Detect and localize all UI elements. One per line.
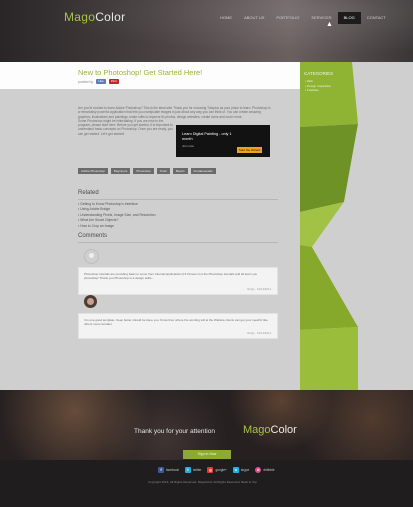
- comment: It is one good template. Keep better sho…: [78, 313, 278, 339]
- post-meta: posted by Like Pinit: [78, 79, 119, 84]
- facebook-link[interactable]: f facebook: [158, 467, 179, 473]
- footer-logo[interactable]: MagoColor: [243, 424, 297, 436]
- avatar: [84, 295, 97, 308]
- pinit-button[interactable]: Pinit: [108, 79, 119, 84]
- ad-title: Learn Digital Painting - only 1 month: [182, 132, 232, 141]
- copyright: Copyright 2013, All Rights Reserved. Mag…: [148, 480, 257, 484]
- logo-part2: Color: [95, 10, 126, 24]
- related-item[interactable]: • How to Crop an Image: [78, 224, 156, 229]
- post-intro-more: Some Photoshop might be intimidating. If…: [78, 118, 173, 136]
- skype-link[interactable]: s skype: [232, 467, 249, 473]
- nav-contact[interactable]: CONTACT: [361, 12, 392, 24]
- related-divider: [78, 199, 278, 200]
- google-link[interactable]: g google+: [207, 467, 227, 473]
- like-button[interactable]: Like: [96, 79, 106, 84]
- ad-banner[interactable]: Learn Digital Painting - only 1 month Jo…: [176, 125, 270, 157]
- post-title[interactable]: New to Photoshop! Get Started Here!: [78, 68, 202, 77]
- nav-about-us[interactable]: ABOUT US: [238, 12, 270, 24]
- tag[interactable]: Photoshop: [133, 168, 154, 174]
- header-shade: [0, 0, 413, 62]
- sidebar-heading: CATEGORIES: [304, 71, 334, 76]
- tag[interactable]: Beginners: [110, 168, 131, 174]
- comment-text: It is one good template. Keep better sho…: [84, 318, 269, 326]
- ad-start-button[interactable]: Start the Wizard: [237, 147, 262, 153]
- tag[interactable]: Fundamentals: [190, 168, 216, 174]
- nav-portfolio[interactable]: PORTFOLIO: [270, 12, 305, 24]
- header: MagoColor HOME ABOUT US PORTFOLIO SERVIC…: [0, 0, 413, 62]
- twitter-icon: t: [184, 467, 191, 473]
- footer-thanks: Thank you for your attention: [134, 428, 215, 435]
- comment-reply-link[interactable]: Reply - 10/14/2014: [247, 331, 271, 335]
- sidebar-item[interactable]: • Freebies: [305, 88, 331, 93]
- footer-logo-part1: Mago: [243, 424, 271, 436]
- logo-part1: Mago: [64, 10, 96, 24]
- facebook-icon: f: [158, 467, 164, 473]
- related-list: • Getting to Know Photoshop's Interface …: [78, 202, 156, 229]
- sidebar-green-ribbon: [300, 62, 358, 390]
- post-intro-lead: Are you'te excited to learn Adobe Photos…: [78, 106, 271, 119]
- dribbble-link[interactable]: d dribbble: [255, 467, 275, 473]
- tag-list: Adobe Photoshop Beginners Photoshop Tool…: [78, 168, 216, 174]
- post-meta-text: posted by: [78, 79, 94, 84]
- footer-logo-part2: Color: [270, 424, 297, 436]
- pointer-cursor-icon: ▲: [326, 21, 333, 28]
- comment-text: Photoshop tutorials are providing basic …: [84, 272, 258, 280]
- tag[interactable]: Basics: [172, 168, 188, 174]
- social-links: f facebook t twitter g google+ s skype d drib…: [158, 467, 275, 473]
- comments-heading: Comments: [78, 233, 108, 239]
- sign-in-button[interactable]: Sign in Now: [183, 450, 231, 459]
- nav-home[interactable]: HOME: [214, 12, 238, 24]
- logo[interactable]: MagoColor: [64, 10, 125, 24]
- avatar: [84, 249, 99, 264]
- tag[interactable]: Tools: [156, 168, 170, 174]
- comments-divider: [78, 242, 278, 243]
- main-nav: HOME ABOUT US PORTFOLIO SERVICES BLOG CO…: [214, 12, 392, 24]
- skype-icon: s: [232, 467, 239, 473]
- tag[interactable]: Adobe Photoshop: [78, 168, 108, 174]
- main-content: New to Photoshop! Get Started Here! post…: [0, 62, 413, 390]
- comment-reply-link[interactable]: Reply - 10/14/2014: [247, 287, 271, 291]
- related-heading: Related: [78, 190, 99, 196]
- twitter-link[interactable]: t twitter: [184, 467, 201, 473]
- dribbble-icon: d: [255, 467, 262, 473]
- nav-blog[interactable]: BLOG: [337, 12, 361, 24]
- ad-subtitle: Join now: [182, 144, 194, 148]
- sidebar-list: • Web • Design Inspiration • Freebies: [305, 79, 331, 93]
- comment: Photoshop tutorials are providing basic …: [78, 267, 278, 295]
- google-icon: g: [207, 467, 214, 473]
